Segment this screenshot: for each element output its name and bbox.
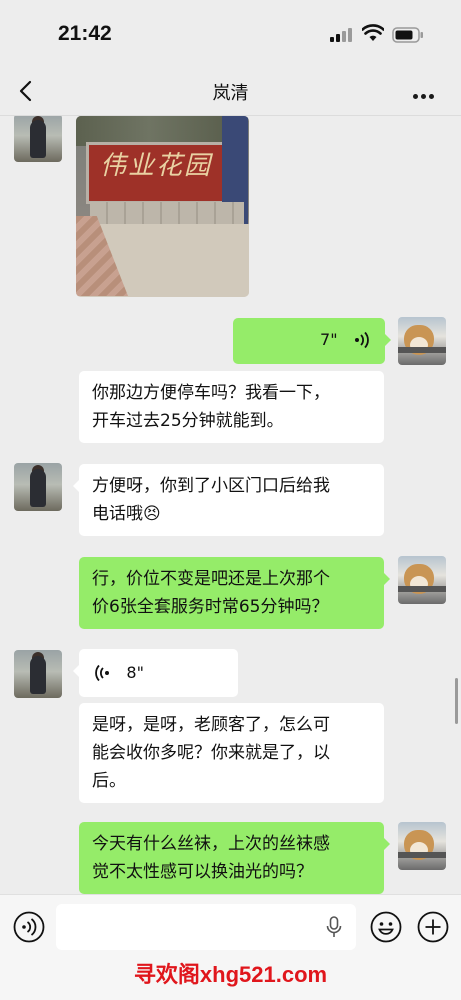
message-text: 开车过去25分钟就能到。 [92, 411, 284, 431]
mic-icon[interactable] [326, 916, 342, 938]
contact-avatar[interactable] [14, 116, 62, 162]
my-avatar[interactable] [398, 317, 446, 365]
message-text: 今天有什么丝袜，上次的丝袜感 [92, 834, 330, 854]
plus-icon[interactable] [417, 911, 449, 943]
voice-wave-icon [95, 664, 109, 682]
message-text: 价6张全套服务时常65分钟吗？ [92, 597, 329, 617]
wifi-icon [362, 24, 384, 41]
message-received[interactable]: 是呀，是呀，老顾客了，怎么可 能会收你多呢？你来就是了，以 后。 [79, 703, 384, 803]
nav-bar: 岚清 [0, 66, 461, 116]
contact-avatar[interactable] [14, 650, 62, 698]
message-text: 后。 [92, 771, 126, 791]
message-text: 觉不太性感可以换油光的吗？ [92, 862, 313, 882]
message-text: 电话哦 [92, 504, 143, 524]
message-sent[interactable]: 行，价位不变是吧还是上次那个 价6张全套服务时常65分钟吗？ [79, 557, 390, 629]
status-bar: 21:42 [0, 0, 461, 66]
message-received[interactable]: 方便呀，你到了小区门口后给我 电话哦😣 [73, 464, 384, 536]
voice-message-sent[interactable]: 7" [233, 318, 391, 364]
contact-avatar[interactable] [14, 463, 62, 511]
chat-area[interactable]: 伟业花园 7" 你那边方便停车吗？我看一下， 开车过去25分钟就能到。 方便呀，… [0, 116, 461, 894]
battery-icon [392, 27, 423, 43]
photo-message[interactable]: 伟业花园 [76, 116, 249, 297]
message-input[interactable] [56, 904, 356, 950]
message-text: 方便呀，你到了小区门口后给我 [92, 476, 330, 496]
message-sent[interactable]: 今天有什么丝袜，上次的丝袜感 觉不太性感可以换油光的吗？ [79, 822, 390, 894]
voice-message-received[interactable]: 8" [73, 649, 238, 697]
message-text: 你那边方便停车吗？我看一下， [92, 383, 330, 403]
message-text: 行，价位不变是吧还是上次那个 [92, 569, 330, 589]
watermark-text: 寻欢阁xhg521.com [133, 962, 328, 987]
scrollbar[interactable] [455, 678, 458, 724]
message-text: 能会收你多呢？你来就是了，以 [92, 743, 330, 763]
voice-duration: 7" [320, 330, 338, 349]
emoji-persevere: 😣 [143, 504, 161, 524]
signal-icon [330, 28, 352, 42]
my-avatar[interactable] [398, 822, 446, 870]
my-avatar[interactable] [398, 556, 446, 604]
more-dots-icon[interactable] [413, 84, 441, 99]
voice-toggle-icon[interactable] [13, 911, 45, 943]
chat-title: 岚清 [212, 83, 249, 104]
status-time: 21:42 [58, 22, 112, 45]
photo-sign-text: 伟业花园 [99, 151, 212, 181]
emoji-icon[interactable] [370, 911, 402, 943]
input-bar: 寻欢阁xhg521.com [0, 894, 461, 1000]
message-received[interactable]: 你那边方便停车吗？我看一下， 开车过去25分钟就能到。 [79, 371, 384, 443]
voice-duration: 8" [126, 663, 144, 682]
voice-wave-icon [355, 331, 369, 349]
message-text: 是呀，是呀，老顾客了，怎么可 [92, 715, 330, 735]
